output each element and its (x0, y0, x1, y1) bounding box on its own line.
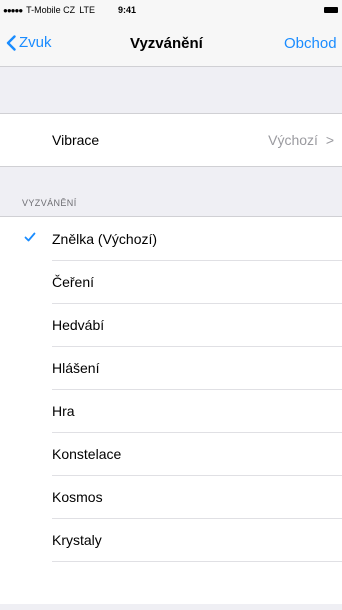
vibration-value: Výchozí > (268, 132, 334, 148)
checkmark-icon (24, 232, 36, 242)
ringtone-label: Hedvábí (52, 316, 105, 333)
chevron-right-icon: > (325, 132, 334, 148)
ringtone-item[interactable]: Kosmos (0, 475, 342, 518)
ringtone-item-partial[interactable] (0, 561, 342, 604)
vibration-row[interactable]: Vibrace Výchozí > (0, 114, 342, 166)
ringtone-item[interactable]: Konstelace (0, 432, 342, 475)
status-time: 9:41 (118, 5, 137, 15)
navigation-bar: Zvuk Vyzvánění Obchod (0, 22, 342, 67)
page-title: Vyzvánění (130, 35, 203, 52)
ringtone-label: Krystaly (52, 531, 102, 548)
ringtone-item[interactable]: Hedvábí (0, 303, 342, 346)
ringtone-list: Znělka (Výchozí) Čeření Hedvábí Hlášení … (0, 217, 342, 604)
back-button[interactable]: Zvuk (6, 34, 52, 51)
ringtone-label: Hlášení (52, 359, 100, 376)
chevron-left-icon (6, 34, 16, 51)
vibration-value-text: Výchozí (268, 132, 318, 148)
store-button[interactable]: Obchod (284, 35, 337, 52)
ringtone-item[interactable]: Čeření (0, 260, 342, 303)
status-bar: ●●●●● T-Mobile CZ LTE 9:41 (0, 0, 342, 22)
ringtone-item[interactable]: Krystaly (0, 518, 342, 561)
battery-icon (324, 7, 338, 13)
ringtone-label: Konstelace (52, 445, 122, 462)
divider (0, 166, 342, 167)
carrier-name: T-Mobile CZ (26, 5, 76, 15)
ringtone-item[interactable]: Hlášení (0, 346, 342, 389)
ringtone-label: Hra (52, 402, 75, 419)
back-button-label: Zvuk (19, 34, 52, 51)
ringtone-label: Znělka (Výchozí) (52, 230, 158, 247)
ringtone-label: Kosmos (52, 488, 103, 505)
vibration-label: Vibrace (52, 132, 100, 148)
ringtone-label: Čeření (52, 273, 95, 290)
vibration-group: Vibrace Výchozí > (0, 114, 342, 166)
ringtones-section-header: VYZVÁNĚNÍ (22, 198, 77, 208)
network-type: LTE (79, 5, 96, 15)
ringtone-item-selected[interactable]: Znělka (Výchozí) (0, 217, 342, 260)
carrier-info: ●●●●● T-Mobile CZ LTE (3, 5, 95, 15)
signal-strength-icon: ●●●●● (3, 5, 23, 15)
ringtone-item[interactable]: Hra (0, 389, 342, 432)
